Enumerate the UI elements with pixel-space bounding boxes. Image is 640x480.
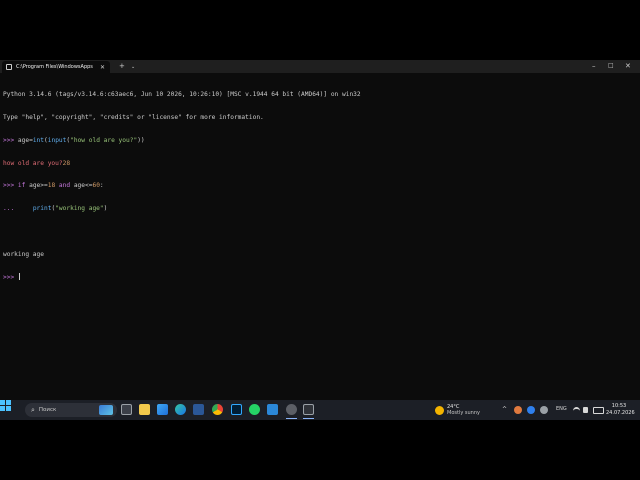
- code-line: ... print("working age"): [3, 205, 637, 213]
- tab-terminal[interactable]: C:\Program Files\WindowsApps ✕: [2, 61, 110, 73]
- input-line: how old are you?28: [3, 160, 637, 168]
- photoshop-icon[interactable]: [231, 404, 242, 415]
- visual-studio-icon[interactable]: [193, 404, 204, 415]
- code-number: 18: [47, 182, 56, 190]
- program-output: working age: [3, 250, 44, 258]
- task-view-icon[interactable]: [121, 404, 132, 415]
- terminal-output[interactable]: Python 3.14.6 (tags/v3.14.6:c63aec6, Jun…: [3, 76, 637, 296]
- wifi-icon[interactable]: [573, 407, 580, 415]
- terminal-icon: [6, 64, 12, 70]
- code-text: )): [137, 136, 145, 144]
- code-string: "working age": [55, 205, 104, 213]
- sun-icon: [435, 405, 444, 415]
- copilot-icon[interactable]: [157, 404, 168, 415]
- azure-data-studio-icon[interactable]: [267, 404, 278, 415]
- code-line: >>> age=int(input("how old are you?")): [3, 137, 637, 145]
- code-text: age=: [14, 136, 33, 144]
- settings-gear-icon[interactable]: [286, 404, 297, 415]
- battery-icon[interactable]: [593, 407, 604, 414]
- prompt: >>>: [3, 182, 15, 190]
- tray-chevron-icon[interactable]: ^: [502, 406, 507, 413]
- code-keyword: and: [58, 182, 71, 190]
- tab-close-button[interactable]: ✕: [100, 64, 105, 71]
- banner-line: Python 3.14.6 (tags/v3.14.6:c63aec6, Jun…: [3, 91, 361, 99]
- screen: C:\Program Files\WindowsApps ✕ + ⌄ – □ ✕…: [0, 60, 640, 420]
- maximize-button[interactable]: □: [608, 62, 614, 70]
- prompt: >>>: [3, 274, 15, 282]
- edge-browser-icon[interactable]: [175, 404, 186, 415]
- code-string: "how old are you?": [70, 136, 138, 144]
- clock[interactable]: 10:53 24.07.2026: [606, 403, 635, 416]
- new-tab-button[interactable]: +: [119, 62, 125, 70]
- active-prompt-line[interactable]: >>>: [3, 273, 637, 281]
- tab-title: C:\Program Files\WindowsApps: [16, 64, 93, 70]
- code-text: ): [103, 205, 108, 213]
- close-button[interactable]: ✕: [625, 62, 631, 70]
- tray-app-icon[interactable]: [514, 406, 522, 414]
- clock-date: 24.07.2026: [606, 409, 635, 416]
- prompt: >>>: [3, 136, 15, 144]
- code-text: :: [99, 182, 104, 190]
- title-bar: C:\Program Files\WindowsApps ✕ + ⌄ – □ ✕: [0, 60, 640, 73]
- code-number: 60: [92, 182, 100, 190]
- search-placeholder: Поиск: [38, 407, 57, 413]
- windows-start-icon[interactable]: [0, 400, 11, 411]
- weather-description: Mostly sunny: [447, 410, 480, 416]
- code-builtin: print: [32, 205, 52, 213]
- tab-dropdown-button[interactable]: ⌄: [131, 63, 135, 71]
- search-icon: ⌕: [31, 405, 35, 414]
- tray-app-icon[interactable]: [527, 406, 535, 414]
- continuation-prompt: ...: [3, 205, 15, 213]
- chrome-browser-icon[interactable]: [212, 404, 223, 415]
- code-text: age>=: [25, 182, 48, 190]
- input-question: how old are you?: [3, 159, 63, 167]
- code-builtin: int: [32, 136, 45, 144]
- whatsapp-icon[interactable]: [249, 404, 260, 415]
- language-indicator[interactable]: ENG: [556, 406, 567, 413]
- tray-app-icon[interactable]: [540, 406, 548, 414]
- minimize-button[interactable]: –: [592, 62, 596, 70]
- text-cursor: [18, 273, 20, 281]
- code-text: age<=: [70, 182, 93, 190]
- taskbar: ⌕ Поиск 24°C Mostly sunny ^ ENG 10:53 24…: [0, 400, 640, 420]
- terminal-app-icon[interactable]: [303, 404, 314, 415]
- volume-icon[interactable]: [583, 407, 588, 413]
- code-builtin: input: [47, 136, 67, 144]
- active-indicator: [286, 418, 297, 419]
- banner-line: Type "help", "copyright", "credits" or "…: [3, 113, 264, 121]
- search-highlight-icon: [99, 405, 113, 415]
- active-indicator: [303, 418, 314, 419]
- weather-widget[interactable]: 24°C Mostly sunny: [435, 404, 480, 416]
- file-explorer-icon[interactable]: [139, 404, 150, 415]
- search-input[interactable]: ⌕ Поиск: [25, 403, 117, 417]
- input-answer: 28: [62, 159, 71, 167]
- code-line: >>> if age>=18 and age<=60:: [3, 182, 637, 190]
